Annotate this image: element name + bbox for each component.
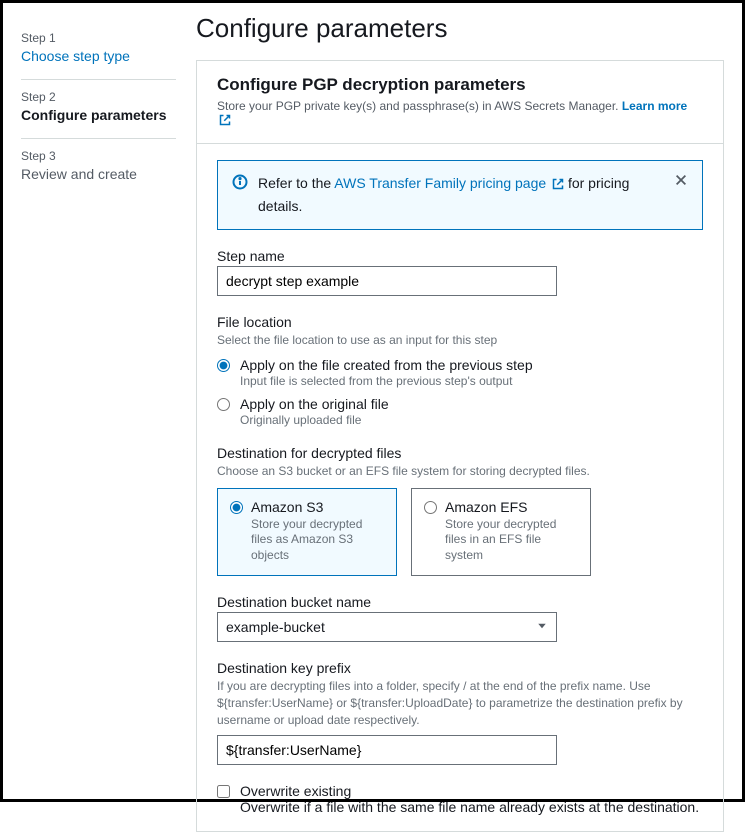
field-label: File location: [217, 314, 703, 330]
field-label: Destination key prefix: [217, 660, 703, 676]
external-link-icon: [219, 114, 231, 129]
field-label: Step name: [217, 248, 703, 264]
overwrite-field: Overwrite existing Overwrite if a file w…: [217, 783, 703, 815]
panel-body: Refer to the AWS Transfer Family pricing…: [197, 144, 723, 831]
destination-option-efs[interactable]: Amazon EFS Store your decrypted files in…: [411, 488, 591, 577]
radio-input[interactable]: [230, 501, 243, 514]
external-link-icon: [552, 175, 564, 196]
sidebar-step-2: Step 2 Configure parameters: [21, 80, 176, 139]
checkbox-description: Overwrite if a file with the same file n…: [240, 799, 699, 815]
field-description: Select the file location to use as an in…: [217, 332, 703, 349]
file-location-field: File location Select the file location t…: [217, 314, 703, 427]
step-name: Review and create: [21, 165, 176, 183]
field-description: If you are decrypting files into a folde…: [217, 678, 703, 728]
alert-message: Refer to the AWS Transfer Family pricing…: [258, 173, 664, 217]
step-name-input[interactable]: [217, 266, 557, 296]
field-label: Destination for decrypted files: [217, 445, 703, 461]
radio-input[interactable]: [217, 359, 230, 372]
card-label: Amazon S3: [251, 499, 384, 515]
checkbox-label: Overwrite existing: [240, 783, 699, 799]
overwrite-checkbox-row[interactable]: Overwrite existing Overwrite if a file w…: [217, 783, 703, 815]
panel-title: Configure PGP decryption parameters: [217, 75, 703, 95]
file-location-option-original[interactable]: Apply on the original file Originally up…: [217, 396, 703, 427]
pricing-link[interactable]: AWS Transfer Family pricing page: [334, 175, 564, 191]
panel-header: Configure PGP decryption parameters Stor…: [197, 61, 723, 144]
select-value: example-bucket: [226, 619, 325, 635]
radio-description: Originally uploaded file: [240, 413, 389, 427]
pricing-alert: Refer to the AWS Transfer Family pricing…: [217, 160, 703, 230]
config-panel: Configure PGP decryption parameters Stor…: [196, 60, 724, 832]
step-label: Step 2: [21, 90, 176, 104]
sidebar-step-1[interactable]: Step 1 Choose step type: [21, 21, 176, 80]
overwrite-checkbox[interactable]: [217, 785, 230, 798]
destination-cards: Amazon S3 Store your decrypted files as …: [217, 488, 703, 577]
panel-subtitle: Store your PGP private key(s) and passph…: [217, 99, 703, 129]
step-name: Choose step type: [21, 47, 176, 65]
radio-description: Input file is selected from the previous…: [240, 374, 533, 388]
bucket-select[interactable]: example-bucket: [217, 612, 557, 642]
info-icon: [232, 174, 248, 193]
step-label: Step 3: [21, 149, 176, 163]
bucket-name-field: Destination bucket name example-bucket: [217, 594, 703, 642]
radio-input[interactable]: [424, 501, 437, 514]
radio-label: Apply on the original file: [240, 396, 389, 412]
step-label: Step 1: [21, 31, 176, 45]
caret-down-icon: [536, 619, 548, 635]
key-prefix-field: Destination key prefix If you are decryp…: [217, 660, 703, 764]
card-description: Store your decrypted files as Amazon S3 …: [251, 517, 384, 564]
card-label: Amazon EFS: [445, 499, 578, 515]
field-description: Choose an S3 bucket or an EFS file syste…: [217, 463, 703, 480]
sidebar-step-3: Step 3 Review and create: [21, 139, 176, 197]
alert-close-button[interactable]: [674, 173, 688, 190]
step-name-field: Step name: [217, 248, 703, 296]
radio-label: Apply on the file created from the previ…: [240, 357, 533, 373]
wizard-sidebar: Step 1 Choose step type Step 2 Configure…: [21, 13, 196, 789]
main-content: Configure parameters Configure PGP decry…: [196, 13, 724, 789]
page-title: Configure parameters: [196, 13, 724, 44]
key-prefix-input[interactable]: [217, 735, 557, 765]
step-name: Configure parameters: [21, 106, 176, 124]
destination-option-s3[interactable]: Amazon S3 Store your decrypted files as …: [217, 488, 397, 577]
file-location-option-previous[interactable]: Apply on the file created from the previ…: [217, 357, 703, 388]
card-description: Store your decrypted files in an EFS fil…: [445, 517, 578, 564]
destination-field: Destination for decrypted files Choose a…: [217, 445, 703, 577]
field-label: Destination bucket name: [217, 594, 703, 610]
radio-input[interactable]: [217, 398, 230, 411]
